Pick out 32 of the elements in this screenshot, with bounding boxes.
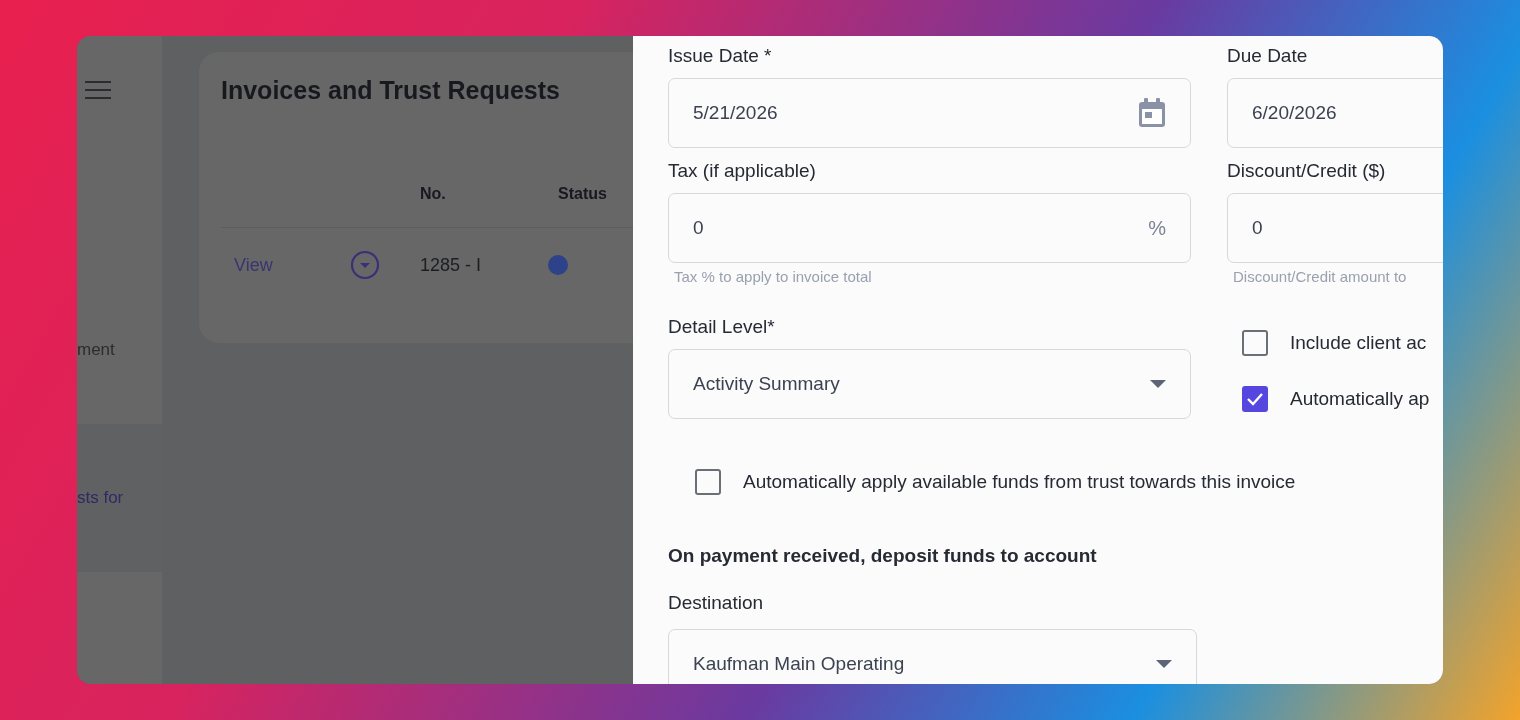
checkbox-label: Automatically apply available funds from trust towards this invoice xyxy=(743,471,1296,493)
checkbox-label: Automatically ap xyxy=(1290,388,1430,410)
column-header: Status xyxy=(558,185,607,204)
checkbox[interactable] xyxy=(695,469,721,495)
checkbox-label: Include client ac xyxy=(1290,332,1427,354)
field-label: Destination xyxy=(668,592,765,615)
field-label: Issue Date * xyxy=(668,45,773,68)
destination-select[interactable]: Kaufman Main Operating xyxy=(668,629,1197,684)
page-title: Invoices and Trust Requests xyxy=(221,76,561,105)
field-label: Detail Level* xyxy=(668,316,776,339)
caret-icon xyxy=(1150,380,1166,388)
tax-field[interactable]: 0 % xyxy=(668,193,1191,263)
status-dot xyxy=(547,254,569,276)
calendar-icon[interactable] xyxy=(1138,98,1166,128)
menu-icon[interactable] xyxy=(84,80,112,100)
field-label: Tax (if applicable) xyxy=(668,160,817,183)
helper-text: Tax % to apply to invoice total xyxy=(673,268,873,287)
section-heading: On payment received, deposit funds to account xyxy=(668,545,1098,567)
caret-icon xyxy=(1156,660,1172,668)
percent-suffix: % xyxy=(1148,216,1166,240)
table-cell-text: 1285 - I xyxy=(420,254,483,276)
column-header: No. xyxy=(420,185,447,204)
date-field[interactable]: 6/20/2026 xyxy=(1227,78,1443,148)
checkbox[interactable] xyxy=(1242,386,1268,412)
discount-field[interactable]: 0 xyxy=(1227,193,1443,263)
field-label: Due Date xyxy=(1227,45,1309,68)
date-field[interactable]: 5/21/2026 xyxy=(668,78,1191,148)
check-icon xyxy=(1246,392,1264,406)
detail-level-select[interactable]: Activity Summary xyxy=(668,349,1191,419)
checkbox[interactable] xyxy=(1242,330,1268,356)
helper-text: Discount/Credit amount to xyxy=(1232,268,1408,287)
field-label: Discount/Credit ($) xyxy=(1227,160,1387,183)
